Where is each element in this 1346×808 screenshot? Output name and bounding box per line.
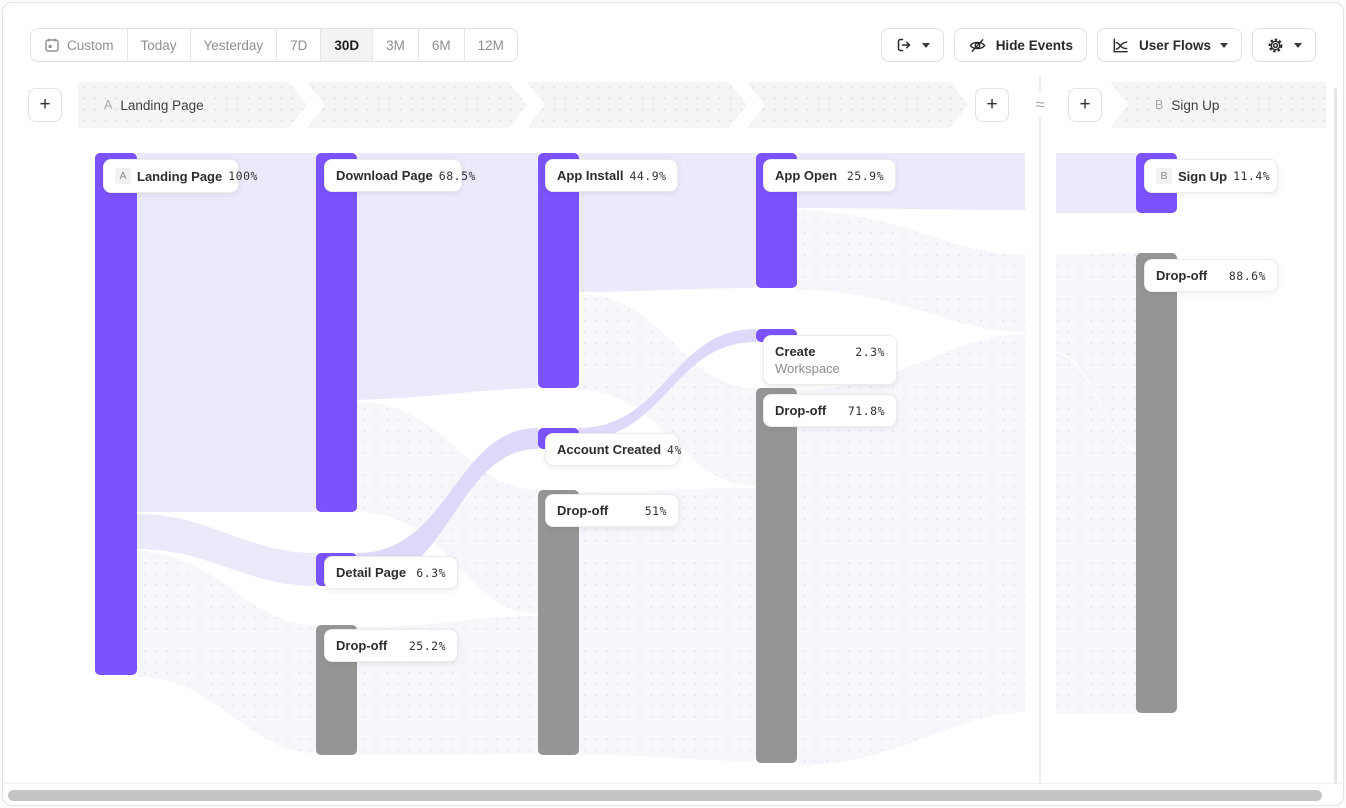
chevron-down-icon xyxy=(1294,43,1302,48)
node-bar-dropoff-b[interactable] xyxy=(1136,253,1177,713)
date-range-selector: Custom Today Yesterday 7D 30D 3M 6M 12M xyxy=(30,28,518,62)
link-landing-download[interactable] xyxy=(137,153,316,512)
date-range-7d[interactable]: 7D xyxy=(277,29,321,61)
chevron-down-icon xyxy=(922,43,930,48)
export-icon xyxy=(895,36,913,54)
calendar-icon xyxy=(44,37,60,53)
node-label-dropoff-b[interactable]: Drop-off 88.6% xyxy=(1144,259,1278,292)
date-range-12m[interactable]: 12M xyxy=(465,29,517,61)
node-label-dropoff-2[interactable]: Drop-off 25.2% xyxy=(324,629,458,662)
node-bar-dropoff-3[interactable] xyxy=(538,490,579,755)
node-label-detail-page[interactable]: Detail Page 6.3% xyxy=(324,556,458,589)
node-badge: A xyxy=(115,168,131,184)
funnel-a-band: A Landing Page xyxy=(78,82,968,128)
node-label-create-workspace[interactable]: Create 2.3% Workspace xyxy=(763,335,897,385)
node-bar-download-page[interactable] xyxy=(316,153,357,512)
dropoff-links-texture xyxy=(137,210,1136,765)
link-divider-signup[interactable] xyxy=(1056,153,1136,213)
date-range-label: Custom xyxy=(67,38,114,53)
node-bar-dropoff-4[interactable] xyxy=(756,388,797,763)
node-badge: B xyxy=(1156,168,1172,184)
node-label-landing-page[interactable]: A Landing Page 100% xyxy=(103,159,239,193)
node-label-sign-up[interactable]: B Sign Up 11.4% xyxy=(1144,159,1278,193)
funnel-b-band: B Sign Up xyxy=(1110,82,1326,128)
funnel-step-landing-page[interactable]: A Landing Page xyxy=(78,82,307,128)
add-step-end-button[interactable]: + xyxy=(975,88,1009,122)
hide-events-label: Hide Events xyxy=(996,38,1073,53)
node-label-dropoff-3[interactable]: Drop-off 51% xyxy=(545,494,679,527)
node-label-dropoff-4[interactable]: Drop-off 71.8% xyxy=(763,394,897,427)
date-range-30d[interactable]: 30D xyxy=(321,29,373,61)
hide-events-button[interactable]: Hide Events xyxy=(954,28,1087,62)
node-label-account-created[interactable]: Account Created 4% xyxy=(545,433,679,466)
add-step-button[interactable]: + xyxy=(28,88,62,122)
dropoff-links xyxy=(137,210,1136,765)
flows-icon xyxy=(1111,36,1130,55)
approx-symbol: ≈ xyxy=(1026,93,1054,117)
step-badge: B xyxy=(1155,98,1163,112)
date-range-6m[interactable]: 6M xyxy=(419,29,465,61)
funnel-step-empty[interactable] xyxy=(527,82,747,128)
gear-icon xyxy=(1266,36,1285,55)
export-button[interactable] xyxy=(881,28,944,62)
step-label: Sign Up xyxy=(1171,98,1219,113)
section-divider xyxy=(1039,76,1041,784)
funnel-step-empty[interactable] xyxy=(747,82,968,128)
funnel-step-sign-up[interactable]: B Sign Up xyxy=(1110,82,1326,128)
node-label-app-install[interactable]: App Install 44.9% xyxy=(545,159,678,192)
view-mode-button[interactable]: User Flows xyxy=(1097,28,1242,62)
eye-off-icon xyxy=(968,36,987,55)
toolbar-actions: Hide Events User Flows xyxy=(881,28,1316,62)
date-range-today[interactable]: Today xyxy=(128,29,191,61)
node-bar-landing-page[interactable] xyxy=(95,153,137,675)
chevron-down-icon xyxy=(1220,43,1228,48)
node-label-download-page[interactable]: Download Page 68.5% xyxy=(324,159,462,192)
horizontal-scrollbar[interactable] xyxy=(8,790,1322,801)
date-range-custom[interactable]: Custom xyxy=(31,29,128,61)
step-badge: A xyxy=(104,98,112,112)
settings-button[interactable] xyxy=(1252,28,1316,62)
link-accountcreated-createworkspace[interactable] xyxy=(578,329,756,440)
step-label: Landing Page xyxy=(120,98,203,113)
link-landing-detail[interactable] xyxy=(137,514,316,586)
node-label-app-open[interactable]: App Open 25.9% xyxy=(763,159,896,192)
date-range-3m[interactable]: 3M xyxy=(373,29,419,61)
date-range-yesterday[interactable]: Yesterday xyxy=(191,29,278,61)
funnel-step-empty[interactable] xyxy=(307,82,527,128)
view-mode-label: User Flows xyxy=(1139,38,1211,53)
vertical-scrollbar[interactable] xyxy=(1334,88,1337,784)
scrollbar-separator xyxy=(3,783,1343,784)
add-step-b-button[interactable]: + xyxy=(1068,88,1102,122)
